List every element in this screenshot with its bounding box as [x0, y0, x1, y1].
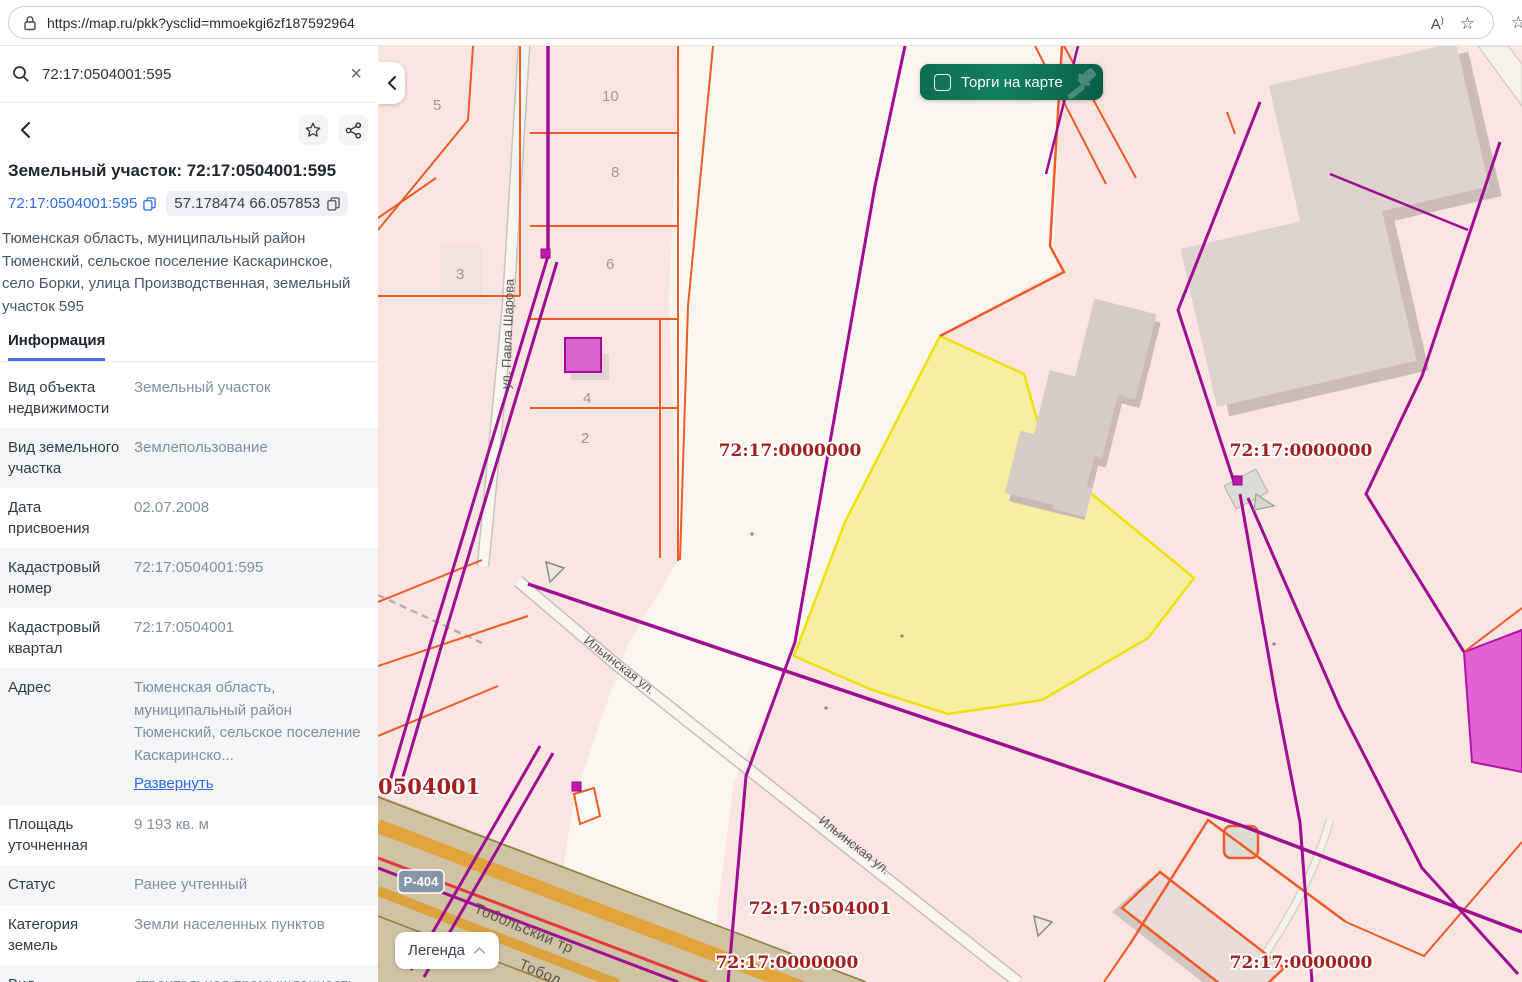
address-value: Тюменская область, муниципальный район Т…: [134, 679, 361, 764]
svg-text:2: 2: [581, 430, 589, 447]
expand-address-link[interactable]: Развернуть: [134, 773, 214, 796]
tabs: Информация: [0, 332, 378, 362]
road-badge: Р-404: [398, 870, 444, 893]
clear-search-icon[interactable]: ×: [346, 62, 366, 86]
table-row: Площадь уточненная9 193 кв. м: [0, 805, 378, 865]
svg-text:8: 8: [611, 164, 619, 181]
table-row: Категория земельЗемли населенных пунктов: [0, 905, 378, 965]
table-row: СтатусРанее учтенный: [0, 865, 378, 906]
search-input[interactable]: [42, 66, 346, 83]
back-button[interactable]: [10, 115, 40, 145]
read-aloud-icon[interactable]: A): [1431, 15, 1444, 33]
cadastral-map[interactable]: Р-404 ул. Павла Шарова Ильинская ул. Иль…: [378, 46, 1522, 982]
table-row: Кадастровый квартал72:17:0504001: [0, 608, 378, 668]
copy-icon[interactable]: [327, 197, 340, 211]
coordinates-chip[interactable]: 57.178474 66.057853: [166, 191, 348, 216]
favorite-button[interactable]: [298, 115, 328, 145]
chevron-up-icon: [473, 946, 486, 955]
svg-text:10: 10: [602, 88, 619, 105]
svg-text:72:17:0504001: 72:17:0504001: [749, 899, 892, 919]
table-row: Вид разрешенного использованиястроительн…: [0, 965, 378, 982]
map-canvas[interactable]: Р-404 ул. Павла Шарова Ильинская ул. Иль…: [378, 46, 1522, 982]
cadastral-number-text: 72:17:0504001:595: [8, 195, 137, 212]
table-row: Вид земельного участкаЗемлепользование: [0, 428, 378, 488]
torgi-checkbox[interactable]: [934, 74, 951, 91]
attributes-table: Вид объекта недвижимостиЗемельный участо…: [0, 368, 378, 982]
lock-icon[interactable]: [23, 15, 37, 31]
svg-text:Р-404: Р-404: [404, 874, 439, 889]
table-row: Вид объекта недвижимостиЗемельный участо…: [0, 368, 378, 428]
legend-label: Легенда: [408, 942, 465, 959]
svg-text:4: 4: [583, 390, 591, 407]
page-title: Земельный участок: 72:17:0504001:595: [0, 155, 378, 183]
torgi-on-map-button[interactable]: Торги на карте: [920, 64, 1103, 100]
info-panel: × Земельный участок: 72:17:0504001:595 7…: [0, 46, 378, 982]
gavel-icon: [1063, 65, 1101, 99]
table-row: Дата присвоения02.07.2008: [0, 488, 378, 548]
svg-text:72:17:0000000: 72:17:0000000: [716, 953, 859, 973]
svg-text:6: 6: [606, 256, 614, 273]
panel-header: [0, 103, 378, 155]
torgi-label: Торги на карте: [961, 74, 1063, 91]
address-summary: Тюменская область, муниципальный район Т…: [0, 222, 378, 318]
tab-information[interactable]: Информация: [8, 332, 105, 361]
star-icon: [304, 121, 322, 139]
chevron-left-icon: [20, 121, 31, 139]
browser-chrome: https://map.ru/pkk?ysclid=mmoekgi6zf1875…: [0, 0, 1522, 46]
svg-text:72:17:0000000: 72:17:0000000: [719, 441, 862, 461]
svg-text:5: 5: [433, 97, 441, 114]
copy-icon[interactable]: [143, 197, 156, 211]
search-bar: ×: [0, 46, 378, 103]
table-row: Кадастровый номер72:17:0504001:595: [0, 548, 378, 608]
share-icon: [345, 122, 362, 139]
url-text[interactable]: https://map.ru/pkk?ysclid=mmoekgi6zf1875…: [47, 15, 355, 31]
cadastral-number-link[interactable]: 72:17:0504001:595: [8, 195, 156, 212]
share-button[interactable]: [338, 115, 368, 145]
legend-button[interactable]: Легенда: [395, 932, 499, 969]
coordinates-text: 57.178474 66.057853: [174, 195, 320, 212]
collapse-panel-button[interactable]: [378, 62, 405, 104]
svg-text:3: 3: [456, 266, 464, 283]
address-bar[interactable]: https://map.ru/pkk?ysclid=mmoekgi6zf1875…: [8, 6, 1494, 39]
svg-text:72:17:0000000: 72:17:0000000: [1230, 953, 1373, 973]
search-icon[interactable]: [12, 65, 30, 83]
favorite-star-icon[interactable]: ☆: [1460, 14, 1475, 34]
chevron-left-icon: [387, 75, 397, 91]
table-row-address: Адрес Тюменская область, муниципальный р…: [0, 668, 378, 805]
svg-text:72:17:0000000: 72:17:0000000: [1230, 441, 1373, 461]
svg-text:0504001: 0504001: [378, 774, 480, 799]
favorites-bar-icon[interactable]: ☆: [1511, 13, 1522, 33]
